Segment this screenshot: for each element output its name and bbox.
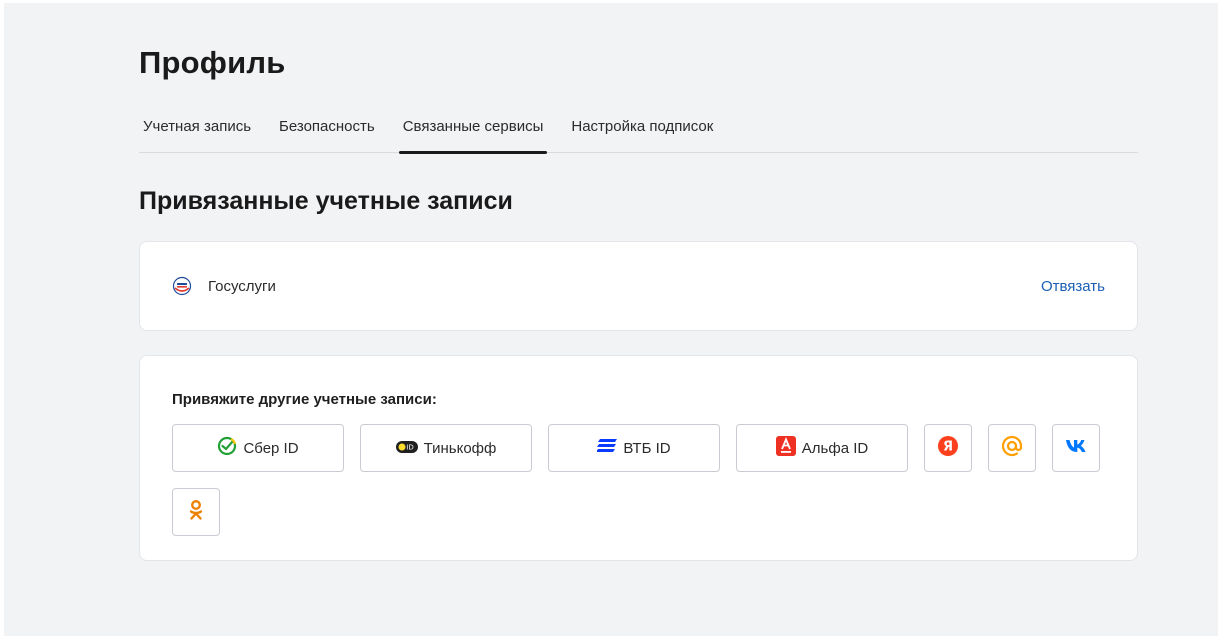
link-other-accounts-card: Привяжите другие учетные записи: Сбер ID bbox=[139, 355, 1138, 561]
yandex-button[interactable]: Я bbox=[924, 424, 972, 472]
tinkoff-button[interactable]: ID Тинькофф bbox=[360, 424, 532, 472]
page-title: Профиль bbox=[139, 45, 286, 80]
linked-account-info: Госуслуги bbox=[172, 276, 276, 296]
link-others-label: Привяжите другие учетные записи: bbox=[172, 391, 437, 408]
tab-security[interactable]: Безопасность bbox=[275, 117, 379, 153]
svg-text:ID: ID bbox=[406, 443, 413, 451]
gosuslugi-icon bbox=[172, 276, 192, 296]
tinkoff-label: Тинькофф bbox=[423, 439, 497, 457]
mailru-icon bbox=[1001, 435, 1023, 461]
profile-tabs: Учетная запись Безопасность Связанные се… bbox=[139, 117, 1138, 154]
tinkoff-icon: ID bbox=[395, 440, 418, 457]
tab-linked-services[interactable]: Связанные сервисы bbox=[398, 117, 548, 154]
section-title: Привязанные учетные записи bbox=[139, 187, 513, 215]
vk-icon bbox=[1065, 439, 1087, 457]
alfa-id-button[interactable]: Альфа ID bbox=[736, 424, 908, 472]
sber-id-button[interactable]: Сбер ID bbox=[172, 424, 344, 472]
vtb-id-button[interactable]: ВТБ ID bbox=[548, 424, 720, 472]
page: Профиль Учетная запись Безопасность Связ… bbox=[4, 3, 1218, 636]
yandex-icon: Я bbox=[938, 436, 958, 460]
sber-icon bbox=[217, 436, 237, 460]
tab-account[interactable]: Учетная запись bbox=[139, 117, 255, 153]
linked-account-name: Госуслуги bbox=[208, 277, 276, 295]
odnoklassniki-button[interactable] bbox=[172, 488, 220, 536]
alfa-id-label: Альфа ID bbox=[801, 439, 869, 457]
linked-accounts-card: Госуслуги Отвязать bbox=[139, 241, 1138, 331]
linked-account-row: Госуслуги Отвязать bbox=[172, 274, 1105, 298]
sber-id-label: Сбер ID bbox=[243, 439, 299, 457]
unlink-gosuslugi-link[interactable]: Отвязать bbox=[1041, 278, 1105, 295]
odnoklassniki-icon bbox=[188, 499, 204, 525]
svg-text:Я: Я bbox=[943, 440, 953, 455]
alfa-icon bbox=[775, 436, 796, 460]
tab-subscriptions[interactable]: Настройка подписок bbox=[567, 117, 717, 153]
vtb-icon bbox=[596, 438, 618, 458]
vk-button[interactable] bbox=[1052, 424, 1100, 472]
vtb-id-label: ВТБ ID bbox=[623, 439, 671, 457]
mailru-button[interactable] bbox=[988, 424, 1036, 472]
